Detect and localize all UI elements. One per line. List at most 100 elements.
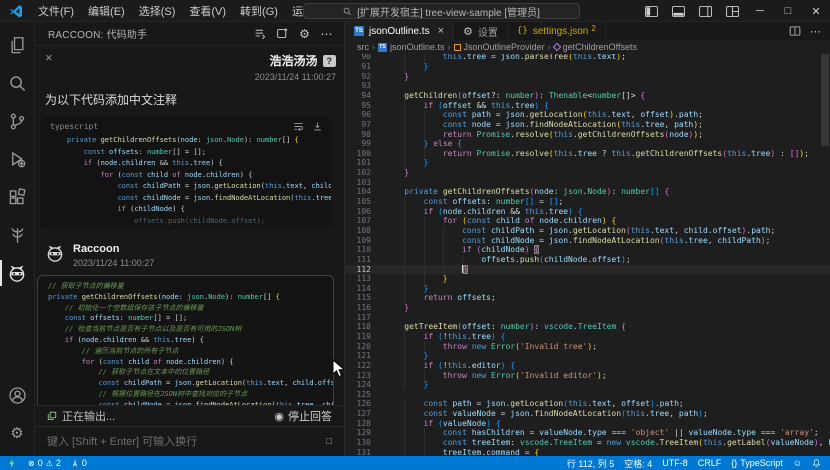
remote-indicator[interactable]	[0, 456, 23, 470]
code-line[interactable]: 102 }	[345, 168, 830, 178]
code-line[interactable]: if (node.children && this.tree) {	[48, 335, 333, 346]
code-line[interactable]: 125	[345, 390, 830, 400]
code-line[interactable]: offsets.push(childNode.offset);	[50, 216, 331, 228]
code-line[interactable]: 110 if (childNode) {	[345, 245, 830, 255]
split-editor-icon[interactable]	[789, 25, 801, 37]
code-line[interactable]: const childPath = json.getLocation(this.…	[50, 181, 331, 193]
code-line[interactable]: 104 private getChildrenOffsets(node: jso…	[345, 187, 830, 197]
code-line[interactable]: private getChildrenOffsets(node: json.No…	[48, 292, 333, 303]
code-line[interactable]: for (const child of node.children) {	[48, 357, 333, 368]
close-icon[interactable]: ×	[438, 25, 444, 37]
code-line[interactable]: 101 }	[345, 158, 830, 168]
ports-indicator[interactable]: 0	[66, 456, 92, 470]
breadcrumb-item[interactable]: getChildrenOffsets	[554, 42, 637, 52]
code-line[interactable]: 126 const path = json.getLocation(this.t…	[345, 399, 830, 409]
code-line[interactable]: 122 if (!this.editor) {	[345, 361, 830, 371]
code-line[interactable]: 128 if (valueNode) {	[345, 419, 830, 429]
code-line[interactable]: // 获取子节点的偏移量	[48, 281, 333, 292]
code-line[interactable]: 118 getTreeItem(offset: number): vscode.…	[345, 322, 830, 332]
minimize-button[interactable]: ─	[746, 0, 774, 22]
tab-jsonOutline.ts[interactable]: TSjsonOutline.ts×	[345, 22, 454, 40]
toggle-secondary-sidebar-icon[interactable]	[692, 0, 719, 22]
code-line[interactable]: 113 }	[345, 274, 830, 284]
code-line[interactable]: 100 return Promise.resolve(this.tree ? t…	[345, 149, 830, 159]
history-icon[interactable]	[253, 26, 268, 41]
code-line[interactable]: 96 const path = json.getLocation(this.te…	[345, 110, 830, 120]
code-line[interactable]: 108 const childPath = json.getLocation(t…	[345, 226, 830, 236]
code-line[interactable]: 109 const childNode = json.findNodeAtLoc…	[345, 236, 830, 246]
insert-at-cursor-icon[interactable]	[312, 121, 323, 132]
code-line[interactable]: 114 }	[345, 284, 830, 294]
maximize-button[interactable]: □	[774, 0, 802, 22]
problems-indicator[interactable]: ⊗0 ⚠2	[23, 456, 66, 470]
code-line[interactable]: // 根据位置路径在JSON树中查找对应的子节点	[48, 389, 333, 400]
code-line[interactable]: // 获取子节点在文本中的位置路径	[48, 367, 333, 378]
code-line[interactable]: 98 return Promise.resolve(this.getChildr…	[345, 130, 830, 140]
code-line[interactable]: 94 getChildren(offset?: number): Thenabl…	[345, 91, 830, 101]
stop-answer-button[interactable]: ◉ 停止回答	[274, 408, 332, 424]
vertical-scrollbar[interactable]	[821, 54, 829, 146]
code-line[interactable]: 97 const node = json.findNodeAtLocation(…	[345, 120, 830, 130]
notifications-bell-icon[interactable]	[807, 456, 826, 470]
cursor-position[interactable]: 行 112, 列 5	[562, 456, 619, 470]
more-actions-icon[interactable]: ⋯	[810, 25, 821, 38]
gear-icon[interactable]: ⚙	[297, 26, 312, 41]
code-line[interactable]: 119 if (!this.tree) {	[345, 332, 830, 342]
code-line[interactable]: 117	[345, 313, 830, 323]
breadcrumb-item[interactable]: src	[357, 42, 369, 52]
user-avatar-badge[interactable]: ?	[323, 55, 337, 67]
back-arrow-icon[interactable]: ←	[238, 4, 250, 18]
customize-layout-icon[interactable]	[719, 0, 746, 22]
code-line[interactable]: const childPath = json.getLocation(this.…	[48, 378, 333, 389]
code-line[interactable]: 129 const hasChildren = valueNode.type =…	[345, 428, 830, 438]
menu-item[interactable]: 文件(F)	[31, 3, 81, 19]
new-chat-icon[interactable]	[275, 26, 290, 41]
code-line[interactable]: for (const child of node.children) {	[50, 170, 331, 182]
code-line[interactable]: 124 }	[345, 380, 830, 390]
code-line[interactable]: 121 }	[345, 351, 830, 361]
indentation[interactable]: 空格: 4	[619, 456, 657, 470]
send-icon[interactable]: □	[326, 436, 332, 447]
code-line[interactable]: 90 this.tree = json.parseTree(this.text)…	[345, 54, 830, 62]
breadcrumb-item[interactable]: JsonOutlineProvider	[454, 42, 545, 52]
code-line[interactable]: // 遍历当前节点的所有子节点	[48, 346, 333, 357]
code-line[interactable]: const offsets: number[] = [];	[48, 313, 333, 324]
settings-gear-icon[interactable]: ⚙	[0, 414, 35, 452]
code-line[interactable]: 106 if (node.children && this.tree) {	[345, 207, 830, 217]
code-line[interactable]: 123 throw new Error('Invalid editor');	[345, 371, 830, 381]
code-line[interactable]: private getChildrenOffsets(node: json.No…	[50, 135, 331, 147]
code-line[interactable]: 105 const offsets: number[] = [];	[345, 197, 830, 207]
code-line[interactable]: // 初始化一个空数组保存孩子节点的偏移量	[48, 303, 333, 314]
code-line[interactable]: 92 }	[345, 72, 830, 82]
extensions-icon[interactable]	[0, 178, 35, 216]
code-line[interactable]: 103	[345, 178, 830, 188]
code-line[interactable]: 115 return offsets;	[345, 293, 830, 303]
breadcrumb-item[interactable]: TSjsonOutline.ts	[378, 42, 445, 52]
forward-arrow-icon[interactable]: →	[258, 4, 270, 18]
code-line[interactable]: 131 treeItem.command = {	[345, 448, 830, 456]
menu-item[interactable]: 查看(V)	[182, 3, 233, 19]
eol-sequence[interactable]: CRLF	[693, 456, 727, 470]
code-viewport[interactable]: 90 this.tree = json.parseTree(this.text)…	[345, 54, 830, 456]
code-line[interactable]: if (childNode) {	[50, 204, 331, 216]
menu-item[interactable]: 编辑(E)	[81, 3, 132, 19]
code-line[interactable]: const childNode = json.findNodeAtLocatio…	[48, 400, 333, 405]
word-wrap-icon[interactable]	[293, 121, 304, 132]
code-line[interactable]: if (node.children && this.tree) {	[50, 158, 331, 170]
toggle-sidebar-icon[interactable]	[638, 0, 665, 22]
more-actions-icon[interactable]: ⋯	[319, 26, 334, 41]
code-line[interactable]: const offsets: number[] = [];	[50, 147, 331, 159]
explorer-icon[interactable]	[0, 26, 35, 64]
search-icon[interactable]	[0, 64, 35, 102]
code-line[interactable]: 91 }	[345, 62, 830, 72]
code-line[interactable]: 93	[345, 81, 830, 91]
tab-settings.json[interactable]: {}settings.json2	[508, 22, 606, 40]
tree-view-icon[interactable]	[0, 216, 35, 254]
close-button[interactable]: ✕	[802, 0, 830, 22]
close-icon[interactable]: ×	[45, 52, 53, 82]
code-line[interactable]: 130 const treeItem: vscode.TreeItem = ne…	[345, 438, 830, 448]
tab-设置[interactable]: ⚙设置	[454, 22, 508, 40]
encoding[interactable]: UTF-8	[657, 456, 693, 470]
source-control-icon[interactable]	[0, 102, 35, 140]
code-line[interactable]: 99 } else {	[345, 139, 830, 149]
